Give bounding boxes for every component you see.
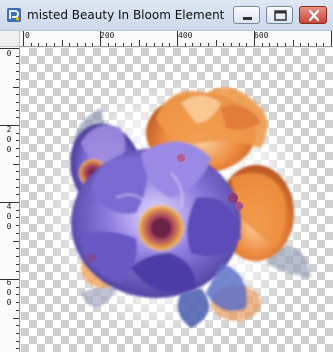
close-icon — [308, 9, 320, 22]
ruler-label-v0: 0 — [6, 49, 12, 58]
paintshop-app-icon — [7, 8, 21, 22]
horizontal-ruler-ticks — [23, 31, 332, 46]
close-button[interactable] — [299, 6, 327, 24]
ruler-corner — [0, 31, 20, 47]
flower-artwork — [44, 78, 314, 338]
maximize-button[interactable] — [266, 6, 293, 24]
window-title: misted Beauty In Bloom Element (4)... — [27, 8, 227, 22]
minimize-button[interactable] — [233, 6, 260, 24]
ruler-label-v200-digit-1: 2 — [6, 125, 12, 134]
ruler-label-600: 600 — [254, 31, 269, 40]
ruler-label-v600-digit-3: 0 — [6, 298, 12, 307]
ruler-label-v400-digit-2: 0 — [6, 212, 12, 221]
horizontal-ruler[interactable]: 0 200 400 600 — [20, 31, 333, 47]
image-window: misted Beauty In Bloom Element (4)... 0 … — [0, 0, 333, 352]
maximize-icon — [274, 10, 287, 21]
title-bar[interactable]: misted Beauty In Bloom Element (4)... — [0, 0, 333, 31]
ruler-label-v200-digit-3: 0 — [6, 145, 12, 154]
ruler-label-v600-digit-1: 6 — [6, 278, 12, 287]
ruler-label-0: 0 — [25, 31, 30, 40]
ruler-label-v600-digit-2: 0 — [6, 288, 12, 297]
vertical-ruler[interactable]: 0 2 0 0 4 0 0 6 0 0 — [0, 47, 20, 352]
ruler-label-400: 400 — [178, 31, 193, 40]
ruler-label-v400-digit-3: 0 — [6, 222, 12, 231]
minimize-icon — [243, 17, 252, 20]
ruler-label-v400-digit-1: 4 — [6, 202, 12, 211]
ruler-label-200: 200 — [100, 31, 115, 40]
image-canvas[interactable] — [21, 48, 333, 352]
ruler-label-v200-digit-2: 0 — [6, 135, 12, 144]
